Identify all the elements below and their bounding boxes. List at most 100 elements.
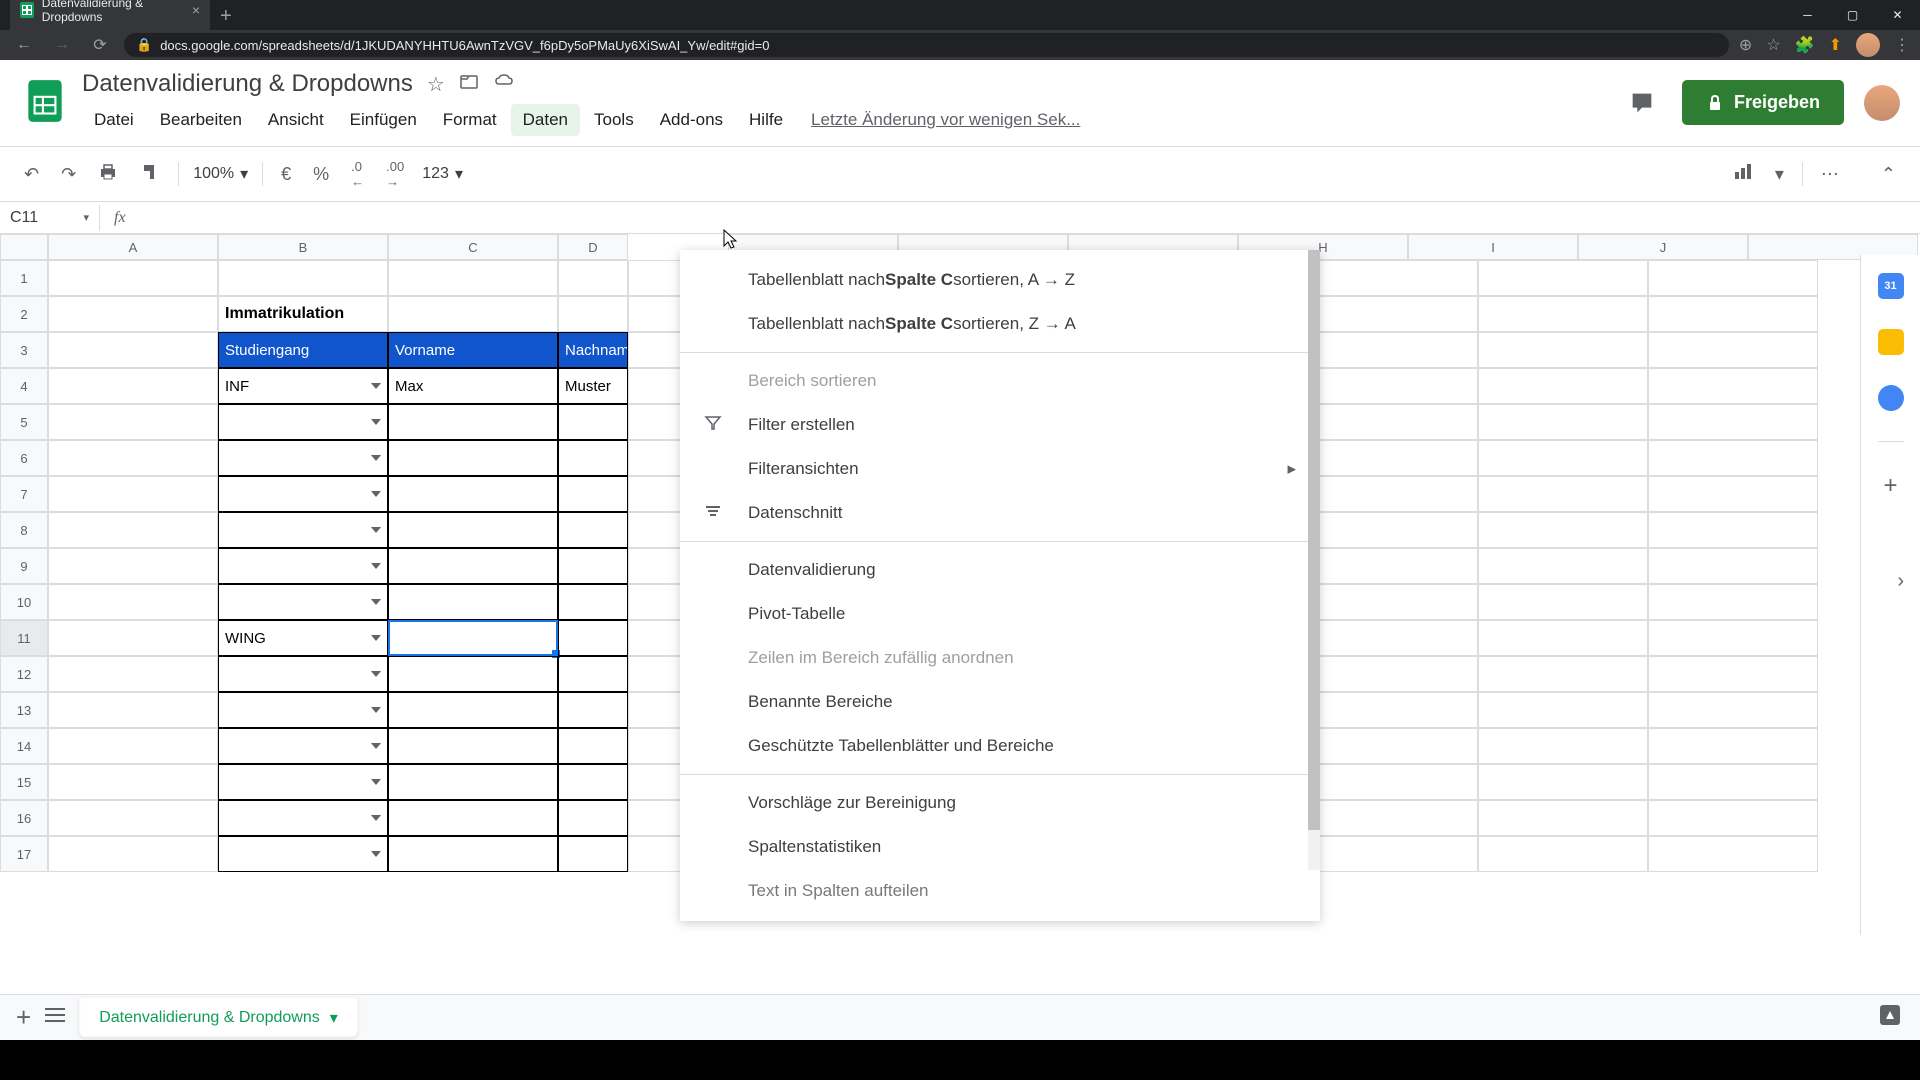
cell[interactable]	[1478, 836, 1648, 872]
menu-named-ranges[interactable]: Benannte Bereiche	[680, 680, 1320, 724]
cell[interactable]	[1648, 800, 1818, 836]
cell[interactable]	[1478, 476, 1648, 512]
cell[interactable]	[218, 584, 388, 620]
cell[interactable]	[388, 296, 558, 332]
col-header-j[interactable]: J	[1578, 234, 1748, 260]
move-icon[interactable]	[459, 71, 479, 97]
cell[interactable]	[1478, 548, 1648, 584]
col-header-a[interactable]: A	[48, 234, 218, 260]
menu-cleanup[interactable]: Vorschläge zur Bereinigung	[680, 781, 1320, 825]
cell[interactable]	[388, 548, 558, 584]
cell[interactable]	[1478, 404, 1648, 440]
cloud-icon[interactable]	[493, 70, 515, 98]
cell[interactable]	[1648, 728, 1818, 764]
add-sheet-button[interactable]: +	[16, 1002, 31, 1033]
cell[interactable]	[1478, 656, 1648, 692]
expand-sidepanel-button[interactable]: ›	[1897, 570, 1904, 1020]
paint-format-button[interactable]	[136, 158, 164, 191]
cell[interactable]: Nachname	[558, 332, 628, 368]
cell[interactable]: Vorname	[388, 332, 558, 368]
cell[interactable]	[388, 440, 558, 476]
cell[interactable]	[218, 728, 388, 764]
formula-input[interactable]	[140, 202, 1920, 233]
insert-chart-button[interactable]	[1729, 158, 1757, 191]
percent-button[interactable]: %	[309, 160, 333, 189]
new-tab-button[interactable]: +	[210, 3, 242, 30]
cell[interactable]	[1648, 440, 1818, 476]
cell[interactable]	[388, 512, 558, 548]
star-icon[interactable]: ☆	[1766, 35, 1780, 55]
decrease-decimal-button[interactable]: .0←	[347, 155, 368, 193]
cell[interactable]	[1478, 440, 1648, 476]
cell[interactable]	[1478, 692, 1648, 728]
print-button[interactable]	[94, 158, 122, 191]
col-header-b[interactable]: B	[218, 234, 388, 260]
row-header[interactable]: 14	[0, 728, 48, 764]
sheet-tab-active[interactable]: Datenvalidierung & Dropdowns ▾	[79, 998, 358, 1038]
menu-text-to-columns[interactable]: Text in Spalten aufteilen	[680, 869, 1320, 913]
menu-einfuegen[interactable]: Einfügen	[338, 104, 429, 136]
cell[interactable]	[1308, 800, 1478, 836]
menu-sort-asc[interactable]: Tabellenblatt nach Spalte C sortieren, A…	[680, 258, 1320, 302]
cell[interactable]	[1478, 620, 1648, 656]
cell[interactable]	[1308, 548, 1478, 584]
cell[interactable]	[48, 728, 218, 764]
cell[interactable]	[1308, 728, 1478, 764]
cell[interactable]	[1308, 656, 1478, 692]
cell[interactable]: Immatrikulation	[218, 296, 388, 332]
cell[interactable]	[1648, 620, 1818, 656]
cell[interactable]	[388, 404, 558, 440]
cell[interactable]	[1478, 764, 1648, 800]
cell[interactable]	[1648, 692, 1818, 728]
cell[interactable]	[48, 620, 218, 656]
cell[interactable]	[1308, 692, 1478, 728]
col-header-d[interactable]: D	[558, 234, 628, 260]
row-header[interactable]: 8	[0, 512, 48, 548]
doc-title[interactable]: Datenvalidierung & Dropdowns	[82, 70, 413, 98]
cell[interactable]	[1648, 476, 1818, 512]
cell[interactable]	[48, 656, 218, 692]
cell[interactable]	[558, 836, 628, 872]
cell[interactable]	[218, 260, 388, 296]
cell[interactable]	[1648, 296, 1818, 332]
menu-format[interactable]: Format	[431, 104, 509, 136]
cell[interactable]	[1308, 440, 1478, 476]
row-header[interactable]: 13	[0, 692, 48, 728]
cell[interactable]	[388, 836, 558, 872]
cell[interactable]	[1648, 584, 1818, 620]
menu-ansicht[interactable]: Ansicht	[256, 104, 336, 136]
cell[interactable]	[388, 764, 558, 800]
cell[interactable]	[558, 260, 628, 296]
cell[interactable]	[1648, 764, 1818, 800]
cell[interactable]	[1648, 260, 1818, 296]
updates-icon[interactable]: ⬆	[1829, 35, 1842, 55]
cell[interactable]	[48, 764, 218, 800]
menu-slicer[interactable]: Datenschnitt	[680, 491, 1320, 535]
star-icon[interactable]: ☆	[427, 72, 445, 97]
browser-tab[interactable]: Datenvalidierung & Dropdowns ×	[10, 0, 210, 30]
cell[interactable]	[388, 656, 558, 692]
cell[interactable]: Muster	[558, 368, 628, 404]
row-header[interactable]: 17	[0, 836, 48, 872]
more-button[interactable]: ⋯	[1817, 160, 1843, 189]
undo-button[interactable]: ↶	[20, 160, 43, 189]
menu-tools[interactable]: Tools	[582, 104, 646, 136]
cell[interactable]	[388, 476, 558, 512]
cell[interactable]	[1308, 512, 1478, 548]
cell[interactable]	[48, 512, 218, 548]
forward-button[interactable]: →	[48, 36, 76, 54]
cell[interactable]	[218, 656, 388, 692]
cell[interactable]	[1648, 836, 1818, 872]
cell[interactable]	[48, 476, 218, 512]
cell[interactable]	[1308, 260, 1478, 296]
menu-data-validation[interactable]: Datenvalidierung	[680, 548, 1320, 592]
minimize-button[interactable]: ─	[1785, 0, 1830, 30]
row-header[interactable]: 2	[0, 296, 48, 332]
cell[interactable]	[218, 512, 388, 548]
cell[interactable]	[48, 260, 218, 296]
menu-column-stats[interactable]: Spaltenstatistiken	[680, 825, 1320, 869]
menu-hilfe[interactable]: Hilfe	[737, 104, 795, 136]
row-header[interactable]: 15	[0, 764, 48, 800]
cell[interactable]	[1308, 368, 1478, 404]
menu-daten[interactable]: Daten	[511, 104, 580, 136]
